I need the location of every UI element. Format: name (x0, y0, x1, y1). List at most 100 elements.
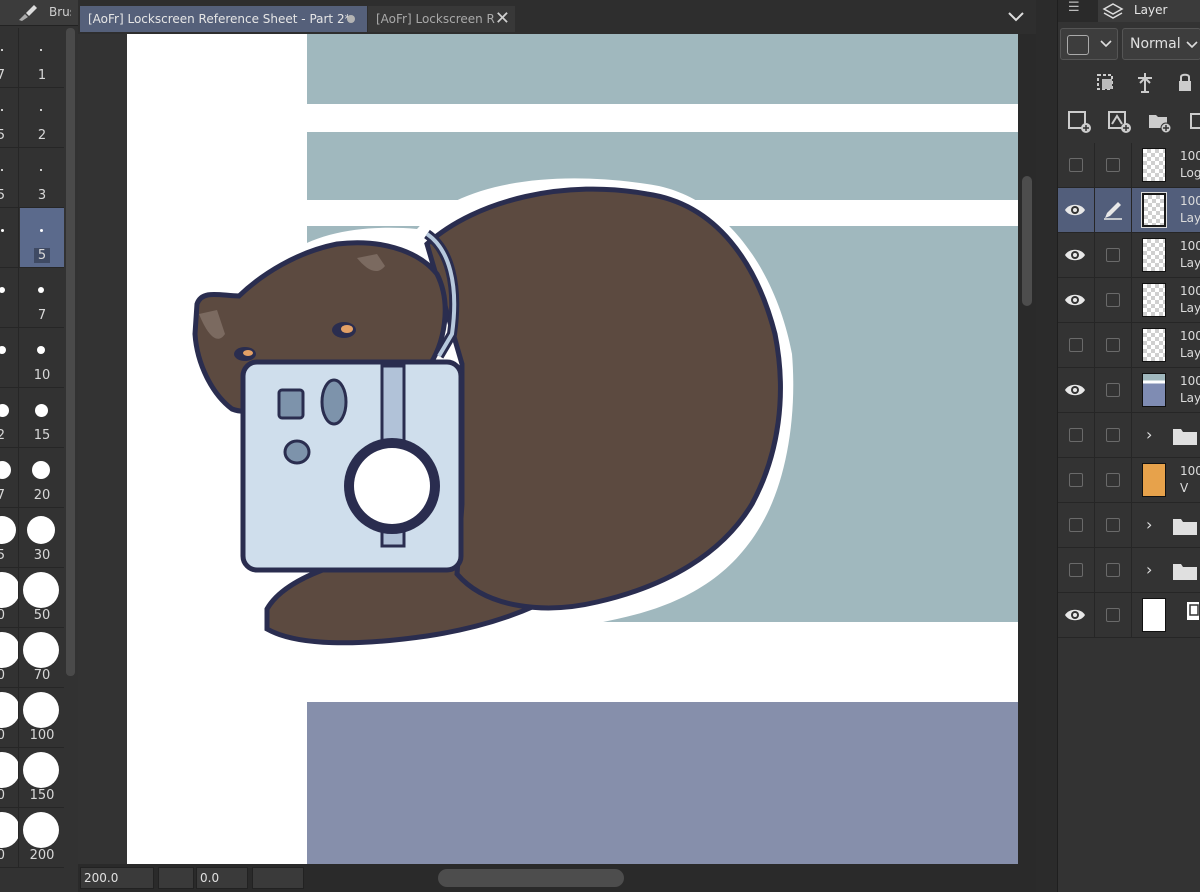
chevron-down-icon[interactable] (1006, 10, 1026, 24)
visibility-checkbox[interactable] (1069, 338, 1083, 352)
brush-size-cell-left[interactable]: 0 (0, 568, 19, 627)
brush-size-cell-left[interactable] (0, 268, 19, 327)
visibility-checkbox[interactable] (1069, 473, 1083, 487)
brush-size-cell[interactable]: 10 (20, 328, 64, 387)
layer-row[interactable]: › (1058, 503, 1200, 548)
brush-size-cell-left[interactable]: 70 (0, 808, 19, 867)
brush-size-header: Brus (0, 0, 78, 26)
brush-size-cell-left[interactable]: 0 (0, 628, 19, 687)
brush-icon[interactable] (16, 4, 38, 22)
expression-color-select[interactable] (1060, 28, 1118, 60)
editing-target-checkbox[interactable] (1106, 248, 1120, 262)
brush-size-label: 30 (33, 548, 51, 563)
layer-opacity: 100 (1180, 194, 1200, 208)
close-tab-icon[interactable]: ✕ (495, 6, 510, 32)
tab-lockscreen-other[interactable]: [AoFr] Lockscreen R ✕ (368, 6, 515, 32)
blend-mode-value: Normal (1130, 36, 1181, 52)
visibility-checkbox[interactable] (1069, 563, 1083, 577)
editing-target-checkbox[interactable] (1106, 473, 1120, 487)
canvas-area[interactable] (78, 34, 1036, 864)
brush-size-cell-left[interactable]: 0 (0, 688, 19, 747)
blend-mode-select[interactable]: Normal (1122, 28, 1200, 60)
brush-size-cell-left[interactable]: 20 (0, 748, 19, 807)
brush-size-cell[interactable]: 50 (20, 568, 64, 627)
brush-size-cell[interactable]: 70 (20, 628, 64, 687)
editing-target-checkbox[interactable] (1106, 338, 1120, 352)
brush-size-cell[interactable]: 20 (20, 448, 64, 507)
brush-size-dot (23, 752, 59, 788)
editing-target-checkbox[interactable] (1106, 293, 1120, 307)
lock-icon[interactable] (1172, 70, 1198, 96)
horizontal-scroll-thumb[interactable] (438, 869, 624, 887)
layer-row[interactable]: 100 V (1058, 458, 1200, 503)
brush-size-label: 5 (0, 128, 5, 143)
editing-target-checkbox[interactable] (1106, 383, 1120, 397)
brush-size-row: 7 (0, 268, 64, 328)
tab-layer[interactable]: Layer (1098, 0, 1200, 22)
brush-size-cell[interactable]: 150 (20, 748, 64, 807)
layer-row[interactable]: 100 Lay (1058, 233, 1200, 278)
brush-size-cell[interactable]: 30 (20, 508, 64, 567)
eye-icon[interactable] (1064, 245, 1086, 265)
reference-layer-icon[interactable] (1132, 70, 1158, 96)
brush-size-cell-left[interactable]: 7 (0, 28, 19, 87)
brush-size-cell[interactable]: 1 (20, 28, 64, 87)
brush-size-cell[interactable]: 15 (20, 388, 64, 447)
eye-icon[interactable] (1064, 605, 1086, 625)
brush-size-cell-left[interactable]: 5 (0, 508, 19, 567)
new-raster-layer-icon[interactable] (1066, 108, 1092, 134)
rotate-button[interactable] (252, 867, 304, 889)
hamburger-menu-icon[interactable]: ☰ (1068, 0, 1080, 15)
brush-panel-scrollbar[interactable] (66, 28, 75, 676)
layer-row[interactable]: › (1058, 548, 1200, 593)
editing-target-checkbox[interactable] (1106, 518, 1120, 532)
eye-icon[interactable] (1064, 290, 1086, 310)
layer-thumbnail (1142, 148, 1166, 182)
brush-size-cell-left[interactable]: 5 (0, 88, 19, 147)
brush-size-cell-left[interactable] (0, 208, 19, 267)
brush-size-cell-left[interactable]: 7 (0, 448, 19, 507)
chevron-right-icon[interactable]: › (1146, 425, 1152, 444)
new-folder-icon[interactable] (1146, 108, 1172, 134)
copy-layer-icon[interactable] (1186, 108, 1200, 134)
brush-size-cell-left[interactable]: 5 (0, 148, 19, 207)
chevron-right-icon[interactable]: › (1146, 560, 1152, 579)
visibility-checkbox[interactable] (1069, 428, 1083, 442)
folder-icon (1173, 429, 1197, 445)
rotation-angle-field[interactable]: 0.0 (196, 867, 248, 889)
brush-size-cell[interactable]: 100 (20, 688, 64, 747)
visibility-checkbox[interactable] (1069, 518, 1083, 532)
color-swatch-icon (1067, 35, 1089, 55)
clip-to-layer-icon[interactable] (1093, 70, 1119, 96)
layer-row[interactable]: 100 Lay (1058, 278, 1200, 323)
vertical-scroll-thumb[interactable] (1022, 176, 1032, 306)
brush-size-cell[interactable]: 3 (20, 148, 64, 207)
editing-target-checkbox[interactable] (1106, 428, 1120, 442)
drawing-canvas[interactable] (127, 34, 1019, 864)
visibility-checkbox[interactable] (1069, 158, 1083, 172)
zoom-out-button[interactable] (158, 867, 194, 889)
new-vector-layer-icon[interactable] (1106, 108, 1132, 134)
brush-size-cell[interactable]: 5 (20, 208, 64, 267)
layer-row[interactable]: 100 Log (1058, 143, 1200, 188)
eye-icon[interactable] (1064, 380, 1086, 400)
brush-size-cell-left[interactable]: 2 (0, 388, 19, 447)
layer-row[interactable]: › (1058, 413, 1200, 458)
zoom-level-field[interactable]: 200.0 (80, 867, 154, 889)
editing-target-checkbox[interactable] (1106, 158, 1120, 172)
chevron-right-icon[interactable]: › (1146, 515, 1152, 534)
vertical-scrollbar[interactable] (1018, 34, 1036, 864)
tab-lockscreen-part2[interactable]: [AoFr] Lockscreen Reference Sheet - Part… (80, 6, 367, 32)
layer-row[interactable]: 100 Lay (1058, 323, 1200, 368)
brush-size-row: 52 (0, 88, 64, 148)
editing-target-checkbox[interactable] (1106, 563, 1120, 577)
brush-size-cell-left[interactable] (0, 328, 19, 387)
layer-row[interactable] (1058, 593, 1200, 638)
editing-target-checkbox[interactable] (1106, 608, 1120, 622)
eye-icon[interactable] (1064, 200, 1086, 220)
brush-size-cell[interactable]: 2 (20, 88, 64, 147)
layer-row[interactable]: 100 Lay (1058, 188, 1200, 233)
brush-size-cell[interactable]: 200 (20, 808, 64, 867)
layer-row[interactable]: 100 Lay (1058, 368, 1200, 413)
brush-size-cell[interactable]: 7 (20, 268, 64, 327)
